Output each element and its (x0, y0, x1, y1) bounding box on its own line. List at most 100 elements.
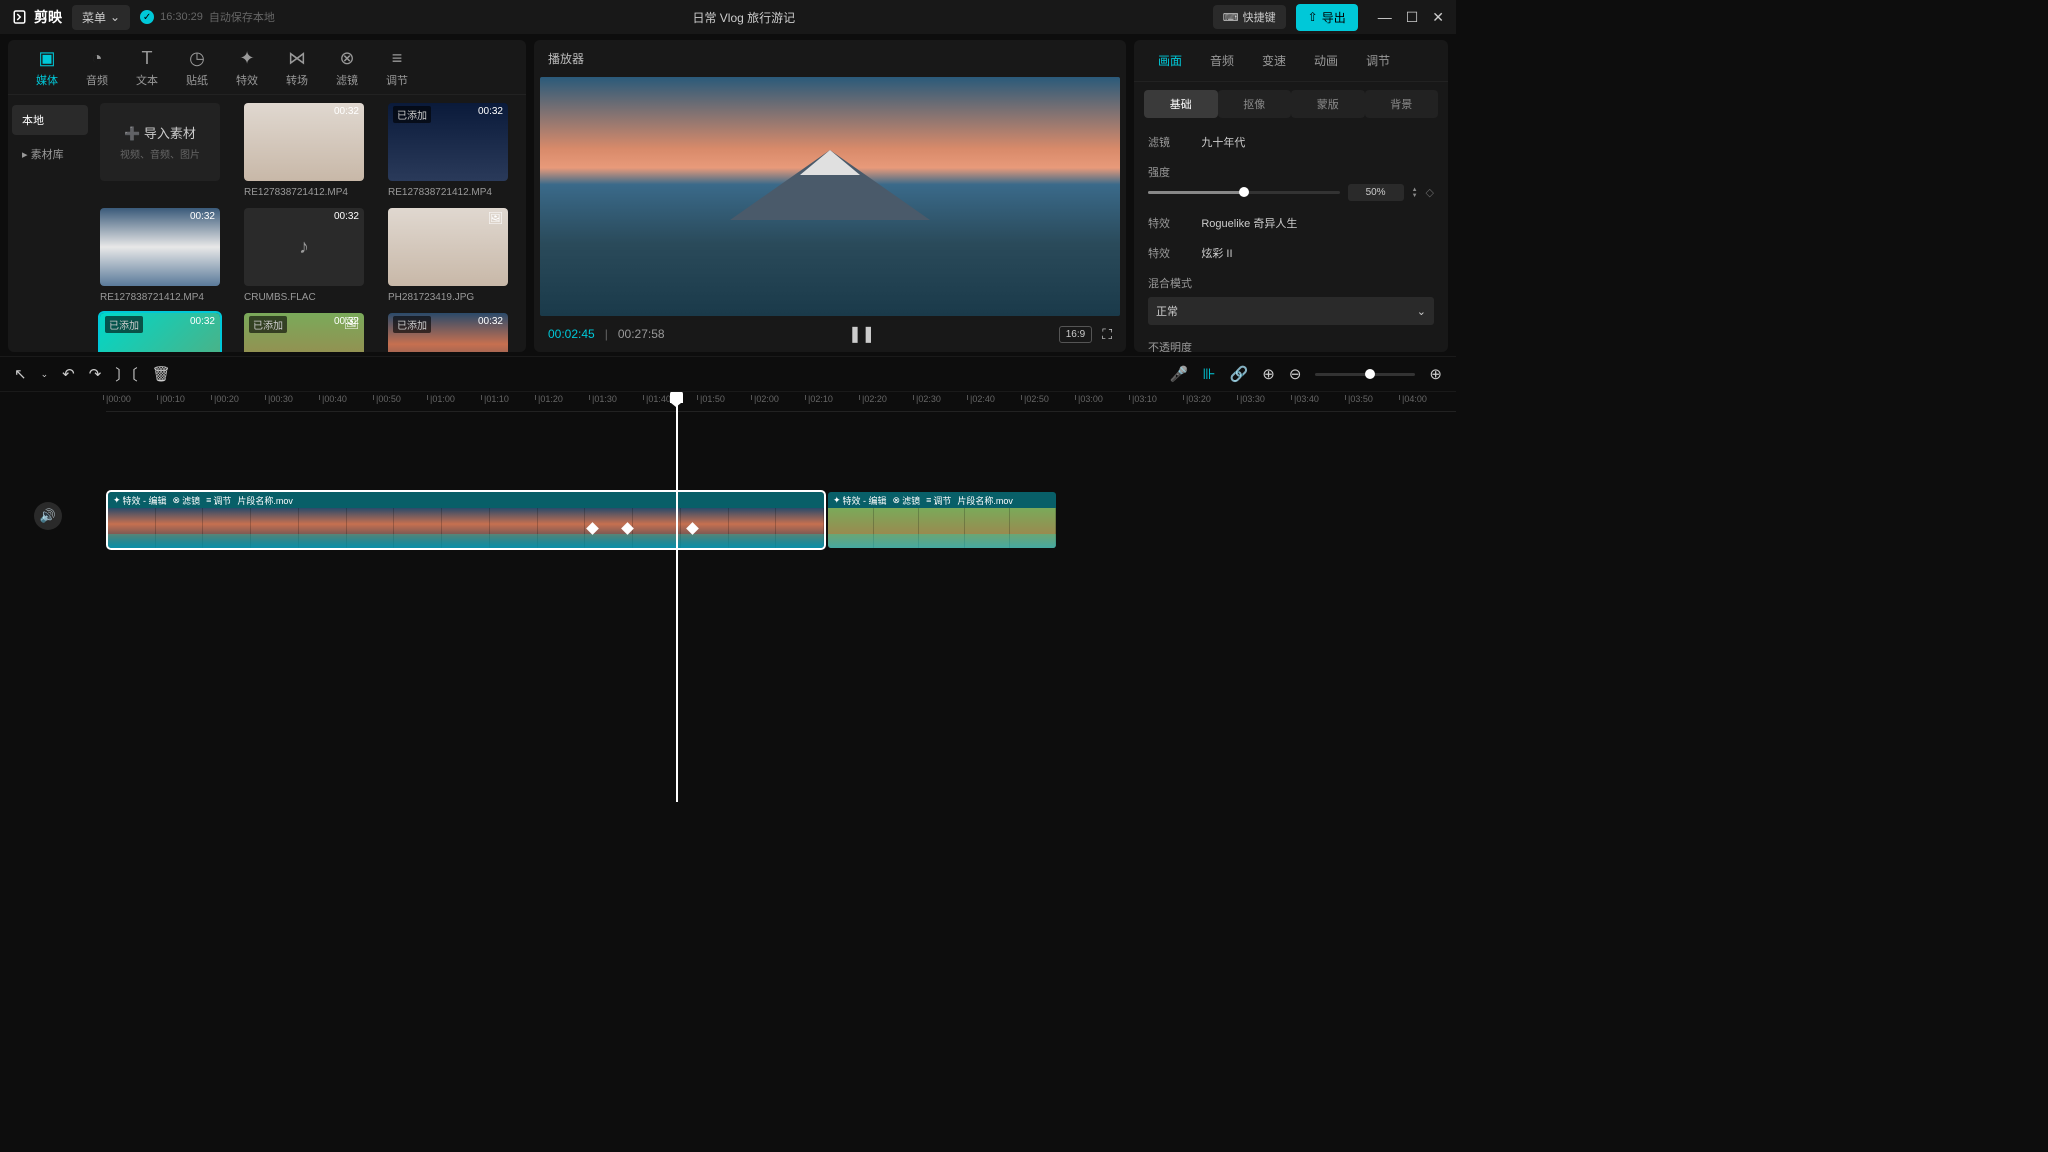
fullscreen-button[interactable]: ⛶ (1102, 326, 1112, 343)
import-button[interactable]: ➕ 导入素材视频、音频、图片 (100, 103, 220, 181)
ruler-tick: |03:00 (1078, 394, 1103, 404)
minimize-button[interactable]: — (1378, 9, 1392, 26)
props-tab[interactable]: 调节 (1352, 40, 1404, 81)
check-icon: ✓ (140, 10, 154, 24)
ruler-tick: |02:20 (862, 394, 887, 404)
media-tab-4[interactable]: ✦特效 (222, 46, 272, 94)
media-filename: RE127838721412.MP4 (100, 292, 220, 303)
ruler-tick: |03:10 (1132, 394, 1157, 404)
close-button[interactable]: ✕ (1432, 9, 1444, 26)
media-tab-7[interactable]: ≡调节 (372, 46, 422, 94)
media-thumbnail[interactable]: 00:32 (100, 208, 220, 286)
undo-button[interactable]: ↶ (62, 365, 75, 383)
filter-value[interactable]: 九十年代 (1201, 137, 1245, 149)
tab-icon: T (142, 48, 153, 69)
props-subtab[interactable]: 蒙版 (1291, 90, 1365, 118)
export-button[interactable]: ⇧导出 (1296, 4, 1358, 31)
props-tab[interactable]: 画面 (1144, 40, 1196, 81)
media-thumbnail[interactable]: 00:32🖼已添加 (244, 313, 364, 352)
media-thumbnail[interactable]: 00:32已添加 (388, 103, 508, 181)
tool-dropdown[interactable]: ⌄ (41, 369, 49, 380)
shortcut-button[interactable]: ⌨快捷键 (1213, 5, 1286, 29)
timeline[interactable]: |00:00|00:10|00:20|00:30|00:40|00:50|01:… (0, 392, 1456, 802)
filter-tag[interactable]: ⊗ 滤镜 (173, 494, 201, 507)
magnet-button[interactable]: ⊪ (1203, 365, 1216, 383)
media-grid: ➕ 导入素材视频、音频、图片 00:32 RE127838721412.MP4 00:… (92, 95, 526, 352)
mute-button[interactable]: 🔊 (34, 502, 62, 530)
media-tab-0[interactable]: ▣媒体 (22, 46, 72, 94)
ruler-tick: |00:20 (214, 394, 239, 404)
play-pause-button[interactable]: ❚❚ (675, 324, 1049, 344)
timeline-ruler[interactable]: |00:00|00:10|00:20|00:30|00:40|00:50|01:… (106, 392, 1456, 412)
media-thumbnail[interactable]: 00:32 (244, 103, 364, 181)
image-icon: 🖼 (344, 316, 359, 330)
ruler-tick: |01:40 (646, 394, 671, 404)
tab-icon: ≡ (392, 48, 403, 69)
clip-header: ✦ 特效 - 编辑 ⊗ 滤镜 ≡ 调节 片段名称.mov (108, 492, 824, 508)
maximize-button[interactable]: ☐ (1406, 9, 1419, 26)
adjust-tag[interactable]: ≡ 调节 (206, 494, 231, 507)
media-tab-1[interactable]: ◔音频 (72, 46, 122, 94)
ruler-tick: |02:00 (754, 394, 779, 404)
link-button[interactable]: 🔗 (1230, 365, 1249, 383)
effect-tag[interactable]: ✦ 特效 - 编辑 (113, 494, 167, 507)
export-icon: ⇧ (1308, 10, 1318, 24)
timeline-clip[interactable]: ✦ 特效 - 编辑 ⊗ 滤镜 ≡ 调节 片段名称.mov (108, 492, 824, 548)
ruler-tick: |01:00 (430, 394, 455, 404)
effect2-value[interactable]: 炫彩 II (1201, 248, 1232, 260)
media-filename: RE127838721412.MP4 (244, 187, 364, 198)
effect2-row: 特效 炫彩 II (1148, 245, 1434, 261)
filter-tag[interactable]: ⊗ 滤镜 (893, 494, 921, 507)
split-button[interactable]: 〕〔 (115, 364, 138, 385)
props-tab[interactable]: 音频 (1196, 40, 1248, 81)
cursor-tool-button[interactable]: ↖ (14, 365, 27, 383)
media-tab-6[interactable]: ⊗滤镜 (322, 46, 372, 94)
ruler-tick: |03:40 (1294, 394, 1319, 404)
tab-icon: ⊗ (339, 48, 354, 69)
menu-button[interactable]: 菜单⌄ (72, 5, 130, 30)
effect1-value[interactable]: Roguelike 奇异人生 (1201, 218, 1297, 230)
zoom-in-button[interactable]: ⊕ (1429, 365, 1442, 383)
zoom-out-button[interactable]: ⊖ (1289, 365, 1302, 383)
props-tab[interactable]: 变速 (1248, 40, 1300, 81)
playhead[interactable] (676, 392, 678, 802)
player-video[interactable] (540, 77, 1120, 316)
effect-tag[interactable]: ✦ 特效 - 编辑 (833, 494, 887, 507)
aspect-ratio-button[interactable]: 16:9 (1059, 326, 1092, 343)
sidebar-item[interactable]: 本地 (12, 105, 88, 135)
ruler-tick: |01:20 (538, 394, 563, 404)
props-tab[interactable]: 动画 (1300, 40, 1352, 81)
adjust-tag[interactable]: ≡ 调节 (926, 494, 951, 507)
keyframe-icon[interactable]: ◇ (1426, 186, 1434, 199)
redo-button[interactable]: ↷ (89, 365, 102, 383)
align-button[interactable]: ⊕ (1262, 365, 1275, 383)
titlebar: 剪映 菜单⌄ ✓ 16:30:29 自动保存本地 日常 Vlog 旅行游记 ⌨快… (0, 0, 1456, 34)
intensity-row: 强度 50% ▲▼ ◇ (1148, 164, 1434, 201)
intensity-value[interactable]: 50% (1348, 184, 1404, 201)
intensity-slider[interactable] (1148, 191, 1340, 194)
media-tab-5[interactable]: ⋈转场 (272, 46, 322, 94)
media-thumbnail[interactable]: 00:32已添加 (100, 313, 220, 352)
media-filename: RE127838721412.MP4 (388, 187, 508, 198)
ruler-tick: |02:50 (1024, 394, 1049, 404)
ruler-tick: |00:00 (106, 394, 131, 404)
media-thumbnail[interactable]: 🖼 (388, 208, 508, 286)
timeline-toolbar: ↖ ⌄ ↶ ↷ 〕〔 🗑 🎤 ⊪ 🔗 ⊕ ⊖ ⊕ (0, 356, 1456, 392)
image-icon: 🖼 (488, 211, 503, 225)
sidebar-item[interactable]: ▸ 素材库 (12, 139, 88, 169)
delete-button[interactable]: 🗑 (152, 365, 171, 383)
props-subtab[interactable]: 背景 (1365, 90, 1439, 118)
record-button[interactable]: 🎤 (1170, 365, 1189, 383)
media-panel: ▣媒体◔音频T文本◷贴纸✦特效⋈转场⊗滤镜≡调节 本地 ▸ 素材库 ➕ 导入素材视… (8, 40, 526, 352)
props-subtab[interactable]: 抠像 (1218, 90, 1292, 118)
blend-mode-select[interactable]: 正常⌄ (1148, 297, 1434, 325)
timeline-clip[interactable]: ✦ 特效 - 编辑 ⊗ 滤镜 ≡ 调节 片段名称.mov (828, 492, 1056, 548)
media-thumbnail[interactable]: ♪00:32 (244, 208, 364, 286)
tracks[interactable]: ✦ 特效 - 编辑 ⊗ 滤镜 ≡ 调节 片段名称.mov ✦ 特效 - 编辑 ⊗… (96, 492, 1456, 530)
media-tab-3[interactable]: ◷贴纸 (172, 46, 222, 94)
media-thumbnail[interactable]: 00:32已添加 (388, 313, 508, 352)
opacity-row: 不透明度 50% ▲▼ ◆ (1148, 339, 1434, 352)
media-tab-2[interactable]: T文本 (122, 46, 172, 94)
zoom-slider[interactable] (1315, 373, 1415, 376)
props-subtab[interactable]: 基础 (1144, 90, 1218, 118)
